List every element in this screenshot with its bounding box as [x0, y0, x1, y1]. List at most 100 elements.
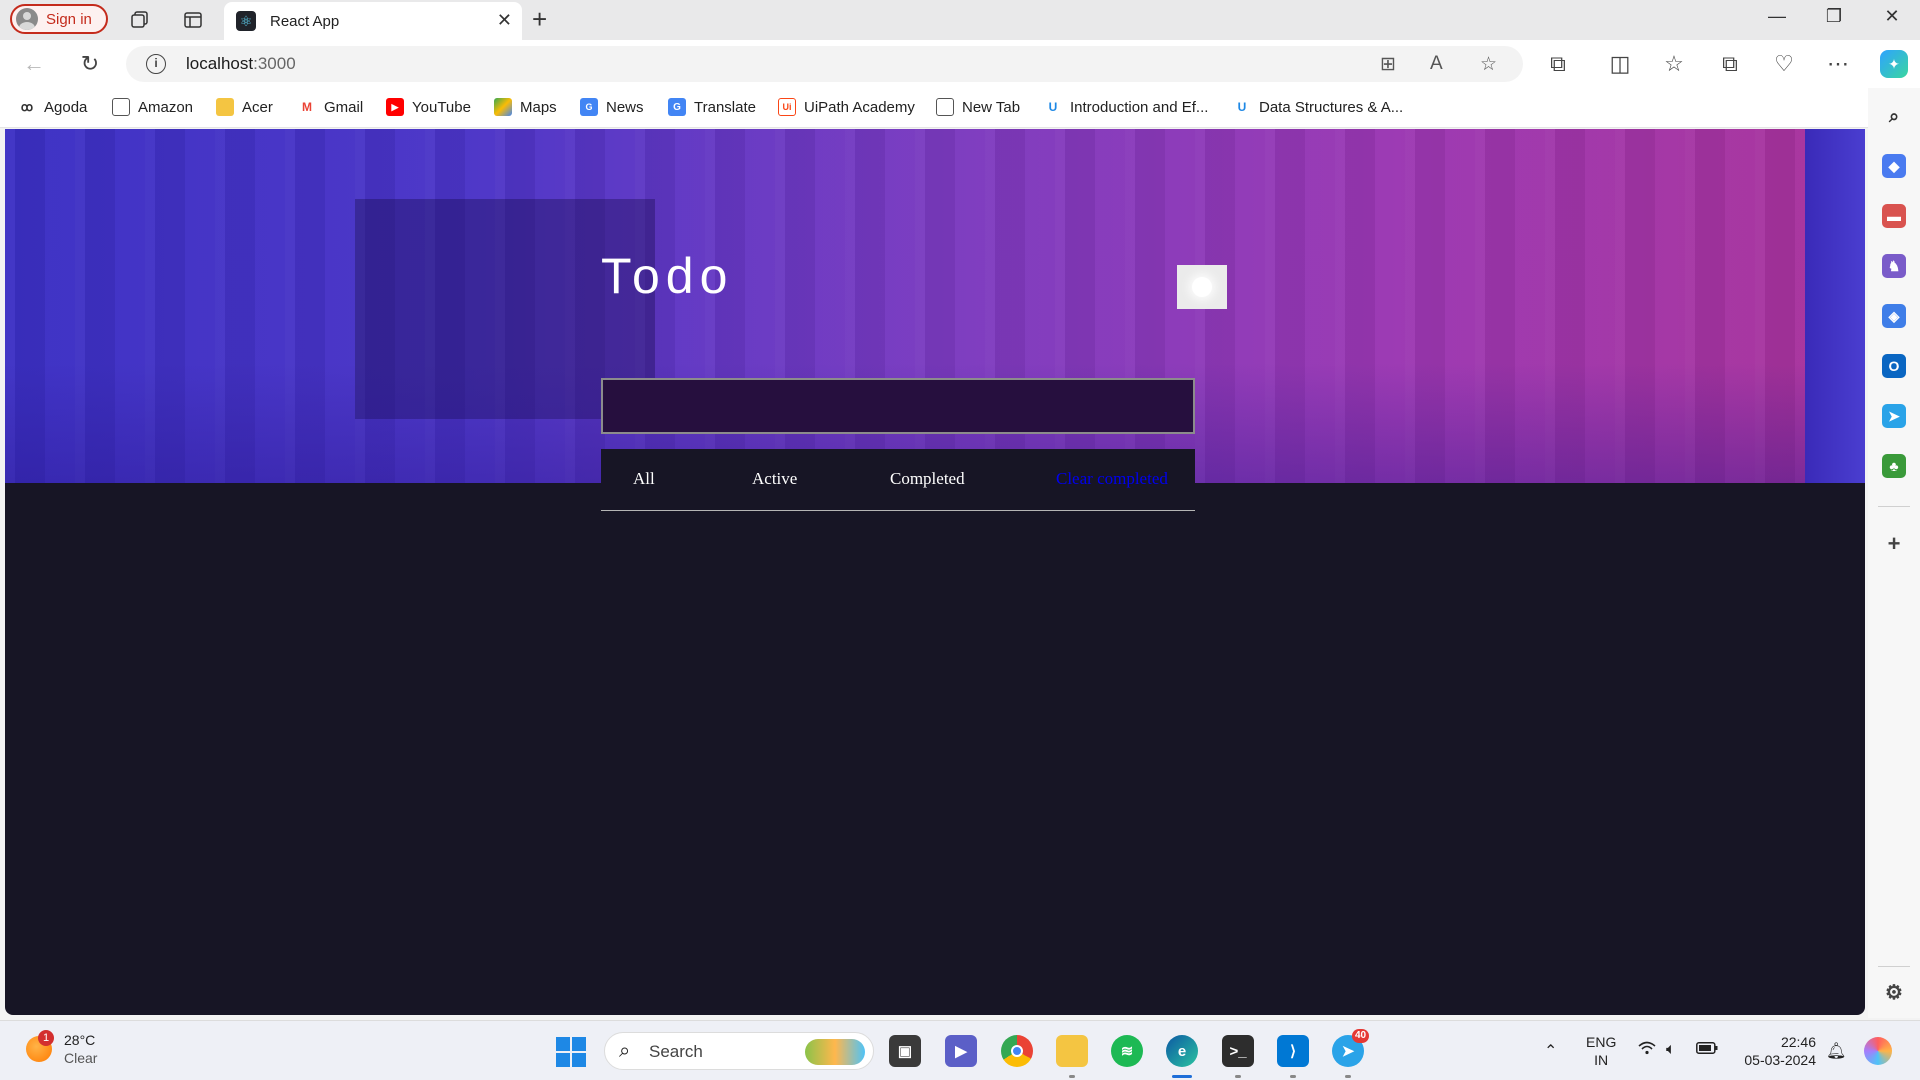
react-icon: ⚛: [236, 11, 256, 31]
gmail-icon: M: [302, 100, 312, 114]
minimize-icon[interactable]: —: [1762, 6, 1792, 27]
new-todo-input[interactable]: [601, 378, 1195, 434]
taskbar-search[interactable]: ⌕ Search: [604, 1032, 874, 1070]
language-indicator[interactable]: ENG IN: [1586, 1033, 1616, 1069]
settings-gear-icon[interactable]: ⚙: [1882, 980, 1906, 1004]
filter-active[interactable]: Active: [752, 469, 797, 489]
vertical-tabs-icon[interactable]: [181, 8, 205, 32]
site-info-icon[interactable]: i: [146, 54, 166, 74]
wifi-icon[interactable]: [1638, 1041, 1656, 1060]
translate-icon: G: [668, 98, 686, 116]
read-aloud-icon[interactable]: A: [1430, 53, 1443, 75]
app-available-icon[interactable]: ⊞: [1380, 53, 1396, 76]
more-options-icon[interactable]: ⋯: [1824, 50, 1852, 78]
running-indicator: [1069, 1075, 1075, 1078]
add-icon[interactable]: +: [1882, 531, 1906, 556]
split-screen-icon[interactable]: ◫: [1606, 50, 1634, 78]
shopping-tag-icon[interactable]: ◆: [1882, 154, 1906, 178]
favorites-icon[interactable]: ☆: [1660, 50, 1688, 78]
back-icon[interactable]: ←: [20, 50, 48, 78]
new-tab-button[interactable]: +: [532, 6, 547, 32]
weather-sun-icon: 1: [26, 1030, 54, 1062]
sidebar-divider: [1878, 506, 1910, 507]
copilot-taskbar-icon[interactable]: [1864, 1037, 1892, 1065]
close-window-icon[interactable]: ✕: [1877, 6, 1907, 27]
weather-condition: Clear: [64, 1050, 98, 1066]
browser-title-bar: Sign in ⚛ React App ✕ + — ❐ ✕: [0, 0, 1920, 40]
teams-icon[interactable]: ▶: [945, 1035, 977, 1067]
restore-icon[interactable]: ❐: [1819, 6, 1849, 27]
hero-image-edge: [1805, 129, 1865, 483]
folder-icon: [216, 98, 234, 116]
windows-taskbar: 1 28°C Clear ⌕ Search ▣ ▶ ≋ e >_ ⟩ ➤ 40 …: [0, 1020, 1920, 1080]
games-icon[interactable]: ♞: [1882, 254, 1906, 278]
favorite-item[interactable]: ꝏ Agoda: [18, 98, 88, 116]
favorite-star-icon[interactable]: ☆: [1480, 53, 1497, 76]
favorites-bar: ꝏ Agoda Amazon Acer M Gmail ▶ YouTube Maps …: [0, 88, 1880, 128]
favorite-item[interactable]: U Introduction and Ef...: [1044, 98, 1209, 116]
url-text[interactable]: localhost:3000: [186, 54, 296, 74]
search-highlight-art: [805, 1039, 865, 1065]
search-label: Search: [649, 1042, 703, 1061]
chrome-icon[interactable]: [1001, 1035, 1033, 1067]
spotify-icon[interactable]: ≋: [1111, 1035, 1143, 1067]
vscode-icon[interactable]: ⟩: [1277, 1035, 1309, 1067]
copilot-icon[interactable]: ✦: [1880, 50, 1908, 78]
collections-icon[interactable]: ⧉: [1716, 50, 1744, 78]
tools-icon[interactable]: ▬: [1882, 204, 1906, 228]
file-explorer-icon[interactable]: [1056, 1035, 1088, 1067]
filter-all[interactable]: All: [633, 469, 655, 489]
microsoft-365-icon[interactable]: ◈: [1882, 304, 1906, 328]
favorite-item[interactable]: Amazon: [112, 98, 193, 116]
running-indicator: [1290, 1075, 1296, 1078]
page-title: Todo: [601, 248, 734, 304]
favorite-item[interactable]: U Data Structures & A...: [1233, 98, 1404, 116]
search-icon[interactable]: ⌕: [1882, 104, 1906, 128]
favorite-item[interactable]: New Tab: [936, 98, 1020, 116]
favorite-item[interactable]: ▶ YouTube: [386, 98, 471, 116]
maps-icon: [494, 98, 512, 116]
refresh-icon[interactable]: ↻: [76, 50, 104, 78]
favorite-item[interactable]: G News: [580, 98, 644, 116]
volume-icon[interactable]: 🔈︎: [1666, 1041, 1676, 1059]
tab-react-app[interactable]: ⚛ React App ✕: [224, 2, 522, 40]
sidebar-divider: [1878, 966, 1910, 967]
theme-toggle-button[interactable]: [1177, 265, 1227, 309]
task-view-icon[interactable]: ▣: [889, 1035, 921, 1067]
page-viewport: Todo All Active Completed Clear complete…: [5, 129, 1865, 1015]
address-bar[interactable]: i localhost:3000 ⊞ A ☆: [126, 46, 1523, 82]
edge-sidebar: ⌕ ◆ ▬ ♞ ◈ O ➤ ♣ + ⚙: [1868, 88, 1920, 1018]
page-icon: [936, 98, 954, 116]
extensions-icon[interactable]: ⧉: [1544, 50, 1572, 78]
udemy-icon: U: [1048, 100, 1058, 114]
browser-essentials-icon[interactable]: ♡: [1770, 50, 1798, 78]
send-icon[interactable]: ➤: [1882, 404, 1906, 428]
browser-toolbar: ← ↻ i localhost:3000 ⊞ A ☆ ⧉ ◫ ☆ ⧉ ♡ ⋯ ✦: [0, 40, 1920, 88]
show-hidden-icons-chevron-icon[interactable]: ⌃: [1544, 1041, 1557, 1061]
workspaces-icon[interactable]: [128, 8, 152, 32]
weather-widget[interactable]: 1 28°C Clear: [26, 1030, 98, 1067]
favorite-item[interactable]: Maps: [494, 98, 557, 116]
clear-completed-button[interactable]: Clear completed: [1056, 469, 1168, 489]
sign-in-button[interactable]: Sign in: [10, 4, 108, 34]
favorite-item[interactable]: Ui UiPath Academy: [778, 98, 915, 116]
edge-icon[interactable]: e: [1166, 1035, 1198, 1067]
notification-bell-icon[interactable]: 🔔︎: [1826, 1041, 1846, 1061]
close-tab-icon[interactable]: ✕: [497, 10, 512, 31]
system-clock[interactable]: 22:46 05-03-2024: [1738, 1033, 1816, 1069]
filter-completed[interactable]: Completed: [890, 469, 965, 489]
agoda-icon: ꝏ: [20, 100, 34, 114]
udemy-icon: U: [1237, 100, 1247, 114]
telegram-icon[interactable]: ➤ 40: [1332, 1029, 1370, 1067]
favorite-item[interactable]: G Translate: [668, 98, 756, 116]
tree-icon[interactable]: ♣: [1882, 454, 1906, 478]
running-indicator: [1235, 1075, 1241, 1078]
page-icon: [112, 98, 130, 116]
battery-icon[interactable]: [1696, 1041, 1718, 1059]
favorite-item[interactable]: Acer: [216, 98, 273, 116]
favorite-item[interactable]: M Gmail: [298, 98, 363, 116]
terminal-icon[interactable]: >_: [1222, 1035, 1254, 1067]
outlook-icon[interactable]: O: [1882, 354, 1906, 378]
tab-title: React App: [270, 12, 340, 30]
windows-start-icon[interactable]: [556, 1037, 586, 1067]
